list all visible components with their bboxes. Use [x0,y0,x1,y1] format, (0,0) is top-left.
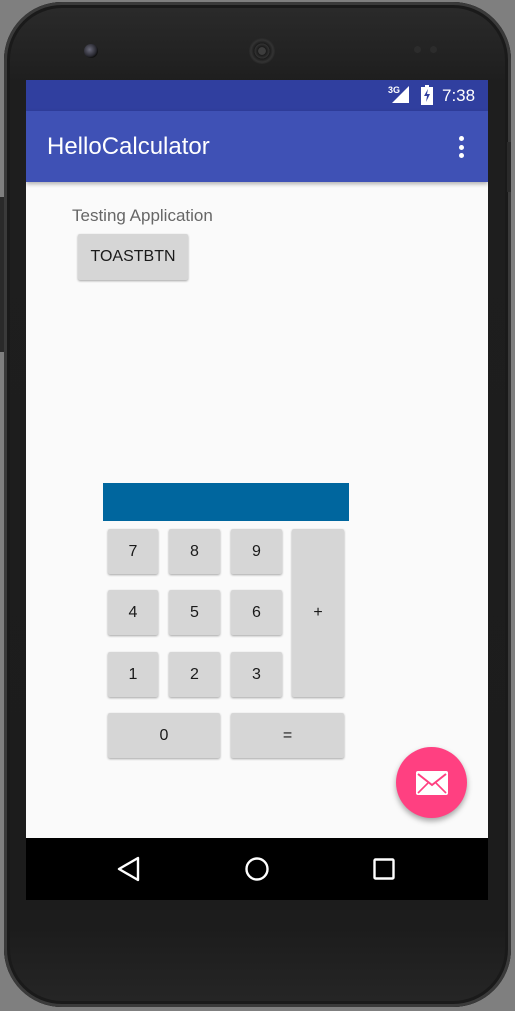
light-sensor [430,46,437,53]
overflow-menu-icon[interactable] [451,133,471,161]
key-2[interactable]: 2 [169,652,220,697]
key-equals[interactable]: = [231,713,344,758]
key-5[interactable]: 5 [169,590,220,635]
battery-icon [421,85,433,105]
navigation-bar [26,838,488,900]
key-4[interactable]: 4 [108,590,158,635]
proximity-sensor [414,46,421,53]
volume-key [507,142,511,192]
app-bar: HelloCalculator [26,111,488,182]
recents-square-icon[interactable] [373,858,395,880]
power-key [0,197,4,352]
key-plus[interactable]: + [292,529,344,697]
key-9[interactable]: 9 [231,529,282,574]
key-6[interactable]: 6 [231,590,282,635]
status-bar: 3G 7:38 [26,80,488,111]
device-screen: 3G 7:38 HelloCalculator Testing Applicat… [26,80,488,900]
toast-button[interactable]: TOASTBTN [78,234,188,280]
key-7[interactable]: 7 [108,529,158,574]
status-time: 7:38 [442,86,476,105]
earpiece-speaker [249,38,275,64]
key-0[interactable]: 0 [108,713,220,758]
back-triangle-icon[interactable] [117,856,141,882]
home-circle-icon[interactable] [244,856,270,882]
key-8[interactable]: 8 [169,529,220,574]
testing-label: Testing Application [72,206,213,225]
mail-icon [415,770,448,795]
key-3[interactable]: 3 [231,652,282,697]
key-1[interactable]: 1 [108,652,158,697]
mail-fab[interactable] [396,747,467,818]
signal-icon [392,86,409,103]
front-camera [84,44,98,58]
app-title: HelloCalculator [47,133,210,160]
calculator-display [103,483,349,521]
